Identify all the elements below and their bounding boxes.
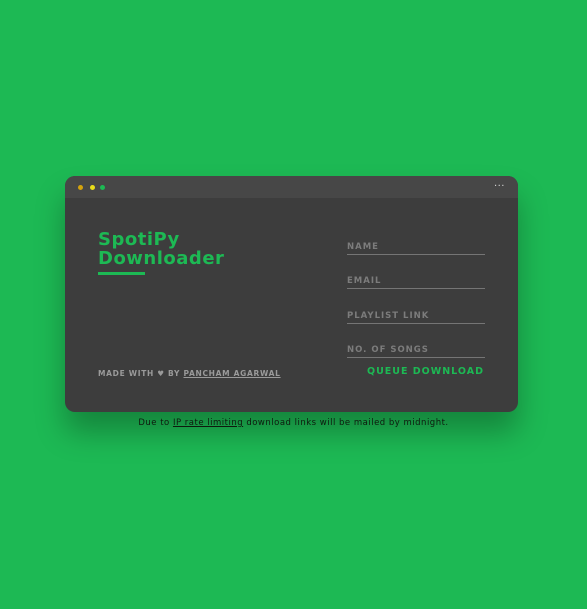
song-count-input[interactable] (347, 340, 485, 360)
email-field (347, 268, 485, 291)
title-underline (98, 272, 145, 275)
ip-rate-limiting-link[interactable]: IP rate limiting (173, 418, 243, 428)
credit-prefix: MADE WITH ♥ BY (98, 369, 184, 378)
email-input[interactable] (347, 271, 485, 291)
queue-download-button[interactable]: QUEUE DOWNLOAD (367, 366, 484, 377)
app-title-line-1: SpotiPy (98, 229, 180, 250)
app-title: SpotiPy Downloader (98, 230, 224, 268)
window-dot-close[interactable] (100, 185, 105, 190)
credit-text: MADE WITH ♥ BY PANCHAM AGARWAL (98, 369, 281, 378)
app-window: ··· SpotiPy Downloader MADE WITH ♥ BY PA… (65, 176, 518, 412)
song-count-field (347, 337, 485, 360)
playlist-link-field (347, 303, 485, 326)
window-dot-maximize[interactable] (90, 185, 95, 190)
more-horizontal-icon[interactable]: ··· (494, 180, 505, 194)
playlist-link-input[interactable] (347, 306, 485, 326)
name-field (347, 234, 485, 257)
window-titlebar: ··· (65, 176, 518, 198)
app-title-line-2: Downloader (98, 248, 225, 269)
name-input[interactable] (347, 237, 485, 257)
rate-limit-note: Due to IP rate limiting download links w… (0, 418, 587, 428)
note-prefix: Due to (138, 418, 173, 428)
window-dot-minimize[interactable] (78, 185, 83, 190)
author-link[interactable]: PANCHAM AGARWAL (183, 369, 280, 378)
note-suffix: download links will be mailed by midnigh… (243, 418, 449, 428)
